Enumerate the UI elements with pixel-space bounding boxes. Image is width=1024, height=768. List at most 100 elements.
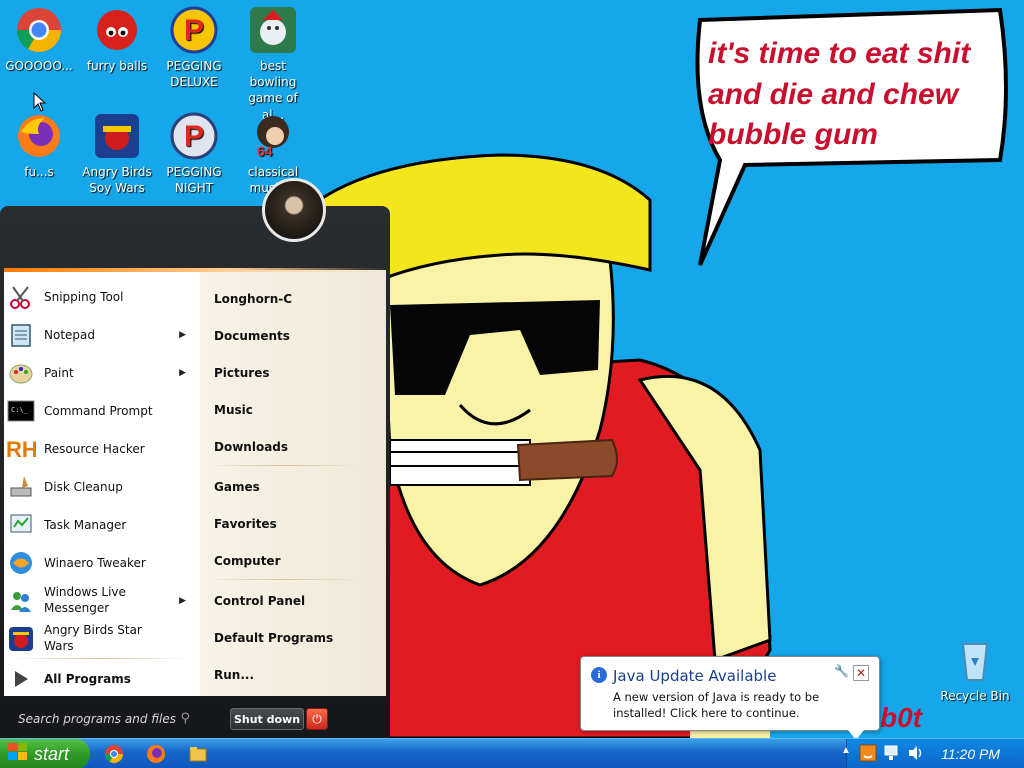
taskbar-explorer-icon[interactable] [188,744,208,764]
info-icon: i [591,667,607,683]
desktop-icon-label: PEGGING DELUXE [166,59,222,90]
place-computer[interactable]: Computer [214,554,280,568]
desktop-icon-chrome[interactable]: GOOOOO... [2,6,76,74]
show-hidden-icons-icon[interactable]: ▲ [841,745,851,756]
balloon-close-button[interactable]: ✕ [853,665,869,681]
taskbar-firefox-icon[interactable] [146,744,166,764]
scissors-icon [6,282,36,312]
desktop-icon-pegging-night[interactable]: P PEGGING NIGHT [157,112,231,196]
program-label: Resource Hacker [44,442,145,456]
desktop-icon-bowling[interactable]: best bowling game of al... [236,6,310,123]
place-games[interactable]: Games [214,480,260,494]
program-label: Winaero Tweaker [44,556,146,570]
submenu-arrow-icon: ▶ [179,368,186,378]
desktop-icon-firefox[interactable]: fu...s [2,112,76,180]
place-run[interactable]: Run... [214,668,254,682]
places-separator [206,465,362,466]
balloon-message: A new version of Java is ready to be ins… [613,690,820,721]
place-downloads[interactable]: Downloads [214,440,288,454]
disk-cleanup-icon [6,472,36,502]
chrome-icon [15,6,63,54]
classical-music-icon: 64 [249,112,297,160]
program-notepad[interactable]: Notepad ▶ [6,316,194,354]
program-resource-hacker[interactable]: RH Resource Hacker [6,430,194,468]
start-menu: Snipping Tool Notepad ▶ Paint ▶ C:\_ Com… [0,178,390,738]
program-label: Disk Cleanup [44,480,123,494]
rh-icon: RH [6,434,36,464]
program-label: Angry Birds Star Wars [44,623,142,653]
start-label: start [34,743,70,764]
all-programs-label: All Programs [44,672,131,686]
taskbar-chrome-icon[interactable] [104,744,124,764]
furry-ball-icon [93,6,141,54]
program-angry-birds-star-wars[interactable]: Angry Birds Star Wars [6,620,194,658]
place-documents[interactable]: Documents [214,329,290,343]
submenu-arrow-icon: ▶ [179,596,186,606]
user-picture[interactable] [262,178,326,242]
system-tray: ▲ 11:20 PM [841,739,1024,768]
wallpaper-signature: b0t [880,702,922,733]
program-windows-live-messenger[interactable]: Windows Live Messenger ▶ [6,582,194,620]
pegging-p-icon: P [170,112,218,160]
places-separator [206,579,362,580]
desktop-icon-label: PEGGING NIGHT [166,165,222,196]
search-icon: ⚲ [180,711,190,726]
recycle-bin-icon [951,636,999,684]
java-update-balloon[interactable]: i Java Update Available 🔧 ✕ A new versio… [580,656,880,731]
svg-text:RH: RH [6,437,36,462]
program-snipping-tool[interactable]: Snipping Tool [6,278,194,316]
program-label: Task Manager [44,518,127,532]
place-music[interactable]: Music [214,403,253,417]
program-label: Windows Live Messenger [44,585,126,615]
speech-bubble-text: it's time to eat shit and die and chew b… [708,37,971,151]
wrench-icon[interactable]: 🔧 [834,664,849,678]
place-pictures[interactable]: Pictures [214,366,270,380]
place-favorites[interactable]: Favorites [214,517,277,531]
submenu-arrow-icon: ▶ [179,330,186,340]
search-placeholder: Search programs and files [18,712,176,726]
pegging-p-icon: P [170,6,218,54]
network-icon[interactable] [883,744,901,767]
start-button[interactable]: start [0,739,90,768]
angry-birds-icon [6,624,36,654]
notepad-icon [6,320,36,350]
desktop-icon-label: furry balls [86,59,148,73]
start-search-input[interactable]: Search programs and files ⚲ [8,708,198,730]
desktop-icon-label: fu...s [24,165,54,179]
desktop-icon-label: GOOOOO... [5,59,73,73]
program-command-prompt[interactable]: C:\_ Command Prompt [6,392,194,430]
mouse-pointer-icon [33,92,47,112]
windows-logo-icon [8,742,28,766]
desktop-icon-furry-balls[interactable]: furry balls [80,6,154,74]
volume-icon[interactable] [907,744,925,767]
cmd-icon: C:\_ [6,396,36,426]
java-tray-icon[interactable] [859,744,877,767]
program-winaero-tweaker[interactable]: Winaero Tweaker [6,544,194,582]
taskbar: start ▲ 11:20 PM [0,738,1024,768]
desktop-icon-pegging-deluxe[interactable]: P PEGGING DELUXE [157,6,231,90]
program-label: Paint [44,366,74,380]
shutdown-button[interactable]: Shut down [230,708,304,730]
program-disk-cleanup[interactable]: Disk Cleanup [6,468,194,506]
desktop-icon-recycle-bin[interactable]: Recycle Bin [938,636,1012,704]
paint-palette-icon [6,358,36,388]
all-programs-button[interactable]: All Programs [6,660,194,698]
svg-text:64: 64 [257,143,273,159]
program-paint[interactable]: Paint ▶ [6,354,194,392]
place-control-panel[interactable]: Control Panel [214,594,305,608]
taskbar-clock[interactable]: 11:20 PM [941,746,1000,762]
desktop-icon-angry-birds-soy-wars[interactable]: Angry Birds Soy Wars [80,112,154,196]
winaero-icon [6,548,36,578]
start-menu-accent-bar [4,268,386,272]
shutdown-options-button[interactable]: ⏻ [306,708,328,730]
balloon-title: Java Update Available [613,667,777,685]
program-label: Snipping Tool [44,290,124,304]
program-label: Notepad [44,328,95,342]
bowling-icon [249,6,297,54]
messenger-icon [6,586,36,616]
program-task-manager[interactable]: Task Manager [6,506,194,544]
all-programs-arrow-icon [6,664,36,694]
firefox-icon [15,112,63,160]
place-default-programs[interactable]: Default Programs [214,631,333,645]
place-longhorn-c[interactable]: Longhorn-C [214,292,292,306]
